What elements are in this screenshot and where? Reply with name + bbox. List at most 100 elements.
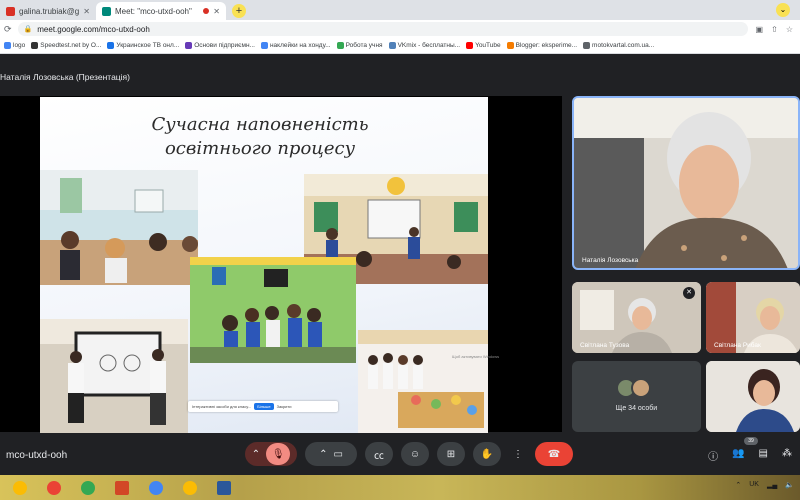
chevron-up-icon[interactable]: ⌃ — [319, 449, 327, 460]
recording-icon — [203, 8, 210, 14]
avatar-stack — [616, 378, 651, 398]
chrome-taskbar-button[interactable] — [176, 477, 204, 498]
presentation-slide: Сучасна наповненість освітнього процесу — [40, 97, 488, 433]
present-icon: ⊞ — [446, 448, 456, 460]
chat-icon[interactable]: ▤ — [759, 448, 768, 463]
powerpoint-icon — [115, 480, 129, 495]
tab-search-icon[interactable]: ⌄ — [776, 3, 790, 17]
participant-count-badge: 39 — [744, 437, 758, 445]
chrome-icon — [183, 480, 197, 495]
chrome-icon — [47, 480, 61, 495]
chevron-up-icon[interactable]: ⌃ — [252, 449, 260, 460]
bookmark-label: logo — [13, 42, 26, 49]
network-icon[interactable]: ▂▄ — [767, 481, 777, 489]
bookmarks-bar: logo Speedtest.net by O... Украинское ТВ о… — [0, 38, 800, 54]
star-icon[interactable]: ☆ — [786, 25, 793, 34]
mic-off-icon: 🎙 — [266, 443, 291, 465]
address-bar-row: ⟳ 🔒 meet.google.com/mco-utxd-ooh ▣ ⇧ ☆ — [0, 20, 800, 38]
chrome-taskbar-button[interactable] — [40, 477, 68, 498]
new-tab-button[interactable]: + — [232, 4, 246, 18]
gmail-icon — [6, 6, 15, 16]
reload-icon[interactable]: ⟳ — [4, 24, 12, 35]
participant-name: Світлана Рибак — [714, 342, 761, 349]
chrome-taskbar-button[interactable] — [74, 477, 102, 498]
activities-icon[interactable]: ⁂ — [782, 448, 792, 463]
windows-watermark: Щоб активувати Windows — [452, 354, 500, 359]
participant-video — [706, 361, 800, 432]
bookmark-item[interactable]: Основи підприємн... — [185, 42, 255, 49]
system-tray: ⌃ UK ▂▄ 🔈 — [735, 481, 794, 489]
word-taskbar-button[interactable] — [210, 477, 238, 498]
bookmark-item[interactable]: VKmix - бесплатны... — [388, 42, 460, 49]
more-vertical-icon: ⋮ — [513, 448, 523, 460]
reactions-button[interactable]: ☺ — [401, 442, 429, 466]
bookmark-icon — [506, 42, 514, 49]
bookmark-label: YouTube — [475, 42, 501, 49]
camera-button[interactable]: ⌃ ▭ — [305, 442, 357, 466]
participant-tile[interactable]: Світлана Рибак — [706, 282, 800, 353]
microphone-button[interactable]: ⌃ 🎙 — [245, 442, 297, 466]
bookmark-icon — [185, 42, 193, 49]
hand-icon: ✋ — [480, 448, 494, 460]
bookmark-label: Blogger: eksperime... — [515, 42, 578, 49]
bookmark-item[interactable]: Робота учня — [336, 42, 383, 49]
interactive-board-photo — [40, 319, 188, 433]
present-button[interactable]: ⊞ — [437, 442, 465, 466]
captions-button[interactable]: ㏄ — [365, 442, 393, 466]
info-icon[interactable]: ⓘ — [708, 448, 718, 463]
volume-icon[interactable]: 🔈 — [785, 481, 794, 489]
close-icon[interactable]: ✕ — [213, 7, 220, 16]
tab-meet[interactable]: Meet: "mco-utxd-ooh" ✕ — [96, 2, 226, 20]
chrome-taskbar-button[interactable] — [6, 477, 34, 498]
bookmark-icon — [388, 42, 396, 49]
share-icon[interactable]: ⇧ — [771, 25, 778, 34]
more-options-button[interactable]: ⋮ — [509, 442, 527, 466]
bookmark-item[interactable]: наклейки на хонду... — [260, 42, 331, 49]
bookmark-label: Основи підприємн... — [194, 42, 255, 49]
bookmark-icon — [336, 42, 344, 49]
participant-tile-speaker[interactable]: Наталія Лозовська — [572, 96, 800, 270]
exhibition-photo — [358, 330, 488, 433]
tab-gmail[interactable]: galina.trubiak@gmail.co ✕ — [0, 2, 96, 20]
classroom-photo — [40, 170, 198, 285]
bookmark-item[interactable]: Blogger: eksperime... — [506, 42, 578, 49]
participant-tile[interactable] — [706, 361, 800, 432]
participant-name: Світлана Тузова — [580, 342, 630, 349]
chevron-up-icon[interactable]: ⌃ — [735, 481, 741, 489]
captions-icon: ㏄ — [374, 450, 384, 462]
tab-title: galina.trubiak@gmail.co — [19, 6, 80, 16]
bookmark-item[interactable]: logo — [4, 42, 25, 49]
leave-call-button[interactable]: ☎ — [535, 442, 573, 466]
powerpoint-taskbar-button[interactable] — [108, 477, 136, 498]
raise-hand-button[interactable]: ✋ — [473, 442, 501, 466]
tab-title: Meet: "mco-utxd-ooh" — [115, 6, 192, 16]
people-icon[interactable]: 👥 — [732, 448, 744, 463]
camera-icon[interactable]: ▣ — [756, 25, 764, 34]
presenter-title: Наталія Лозовська (Презентація) — [0, 72, 130, 82]
participant-tile[interactable]: Світлана Тузова ✕ — [572, 282, 701, 353]
bookmark-icon — [107, 42, 115, 49]
close-icon[interactable]: ✕ — [83, 7, 90, 16]
banner-close[interactable]: Закрити — [277, 404, 292, 409]
slide-title-line2: освітнього процесу — [164, 138, 356, 159]
more-participants-tile[interactable]: Ще 34 особи — [572, 361, 701, 432]
word-icon — [217, 480, 231, 495]
address-field[interactable]: 🔒 meet.google.com/mco-utxd-ooh — [17, 22, 748, 36]
bookmark-icon — [260, 42, 268, 49]
participant-video — [574, 98, 798, 268]
participant-name: Наталія Лозовська — [582, 257, 639, 264]
bookmark-icon — [4, 42, 11, 49]
bookmark-item[interactable]: YouTube — [466, 42, 501, 49]
meet-window: Наталія Лозовська (Презентація) Сучасна … — [0, 54, 800, 475]
bookmark-item[interactable]: Speedtest.net by O... — [31, 42, 101, 49]
meet-icon — [102, 6, 111, 16]
chrome-taskbar-button[interactable] — [142, 477, 170, 498]
emoji-icon: ☺ — [409, 448, 421, 460]
hang-up-icon: ☎ — [547, 448, 561, 460]
url-text: meet.google.com/mco-utxd-ooh — [37, 24, 150, 34]
banner-button[interactable]: Більше — [254, 403, 274, 410]
bookmark-item[interactable]: Украинское ТВ онл... — [107, 42, 179, 49]
bookmark-item[interactable]: motokvartal.com.ua... — [583, 42, 654, 49]
language-indicator[interactable]: UK — [749, 481, 759, 489]
bookmark-icon — [31, 42, 39, 49]
